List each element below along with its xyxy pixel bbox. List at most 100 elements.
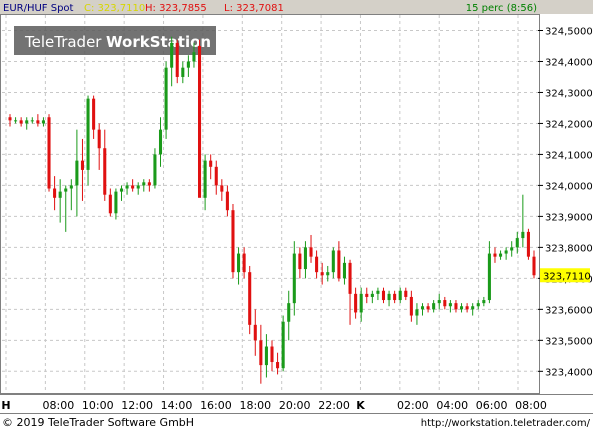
candle-body [237,253,241,273]
candle-body [75,160,79,186]
x-tick-label: 10:00 [82,399,114,412]
candle-body [532,256,536,276]
candle-body [315,256,319,273]
low-label: L: 323,7081 [224,3,284,14]
candle-body [147,182,151,186]
x-tick-label: 22:00 [318,399,350,412]
x-tick-label: H [1,399,10,412]
candle-body [136,185,140,189]
candle-body [454,303,458,310]
candle-body [320,272,324,276]
x-tick-label: 18:00 [239,399,271,412]
candle-body [398,290,402,301]
candle-body [409,296,413,316]
last-price-tag: 323,7110 [540,268,591,283]
candle-body [253,324,257,341]
candle-body [97,129,101,149]
y-tick-label: 323,5000 [545,336,593,347]
candle-body [281,321,285,369]
close-label: C: 323,7110 [84,3,145,14]
y-tick-label: 324,1000 [545,150,593,161]
candle-body [303,247,307,270]
candle-body [192,52,196,62]
x-tick-label: K [356,399,365,412]
candle-body [119,188,124,192]
candle-body [526,231,530,257]
candle-body [158,129,163,155]
y-tick-label: 323,4000 [545,367,593,378]
candle-body [521,231,525,239]
candle-body [331,250,335,273]
candle-body [420,306,425,310]
candle-body [225,191,229,211]
x-tick-label: 02:00 [397,399,429,412]
candle-body [30,120,34,122]
candle-body [471,306,475,310]
candle-body [181,67,185,77]
candle-body [80,160,85,170]
interval-label: 15 perc (8:56) [466,3,537,14]
candle-body [175,42,179,77]
candle-body [370,293,374,297]
footer-url[interactable]: http://workstation.teletrader.com/ [421,418,591,429]
candle-body [259,340,263,366]
candle-body [8,117,12,121]
x-tick-label: 16:00 [200,399,232,412]
candle-body [220,185,224,192]
candle-body [114,191,118,214]
candle-body [499,253,503,257]
y-tick-label: 323,6000 [545,305,593,316]
y-tick-label: 324,4000 [545,57,593,68]
candle-body [510,247,514,251]
candle-body [142,182,146,186]
watermark-brand: TeleTrader [24,33,102,51]
candle-body [326,272,330,276]
candle-body [264,346,268,366]
candle-body [487,253,491,301]
x-tick-label: 12:00 [121,399,153,412]
plot-area[interactable] [0,14,540,394]
candle-body [292,253,296,304]
candle-body [47,117,51,189]
candle-body [197,45,202,198]
high-label: H: 323,7855 [145,3,207,14]
last-price-text: 323,7110 [543,271,591,282]
candle-body [248,272,252,325]
x-tick-label: 08:00 [515,399,547,412]
x-tick-label: 08:00 [43,399,75,412]
candle-body [92,98,96,130]
copyright-text: © 2019 TeleTrader Software GmbH [2,416,194,429]
candle-body [426,306,430,310]
candle-body [381,290,386,301]
candle-body [365,293,369,297]
candle-body [203,160,207,198]
y-tick-label: 323,8000 [545,243,593,254]
candle-body [69,185,73,189]
watermark-product: WorkStation [106,33,211,51]
candle-body [465,306,469,310]
y-tick-label: 324,5000 [545,26,593,37]
candle-body [131,185,135,189]
candle-body [41,120,45,124]
candle-body [214,166,218,186]
candle-body [504,250,508,254]
candle-body [58,191,62,198]
candle-body [108,194,112,214]
candle-body [437,300,441,304]
candle-body [53,188,57,198]
chart-root: EUR/HUF Spot C: 323,7110 H: 323,7855 L: … [0,0,593,431]
candle-body [476,303,480,307]
candle-body [276,362,280,369]
candle-body [393,293,397,301]
candle-body [242,253,246,273]
candle-body [103,148,107,195]
candle-body [337,250,341,279]
candle-body [86,98,90,170]
candle-body [459,306,464,310]
candle-body [19,120,23,124]
candle-body [415,309,419,316]
candle-body [298,253,302,270]
y-tick-label: 323,9000 [545,212,593,223]
x-tick-label: 14:00 [161,399,193,412]
candle-body [432,303,436,310]
